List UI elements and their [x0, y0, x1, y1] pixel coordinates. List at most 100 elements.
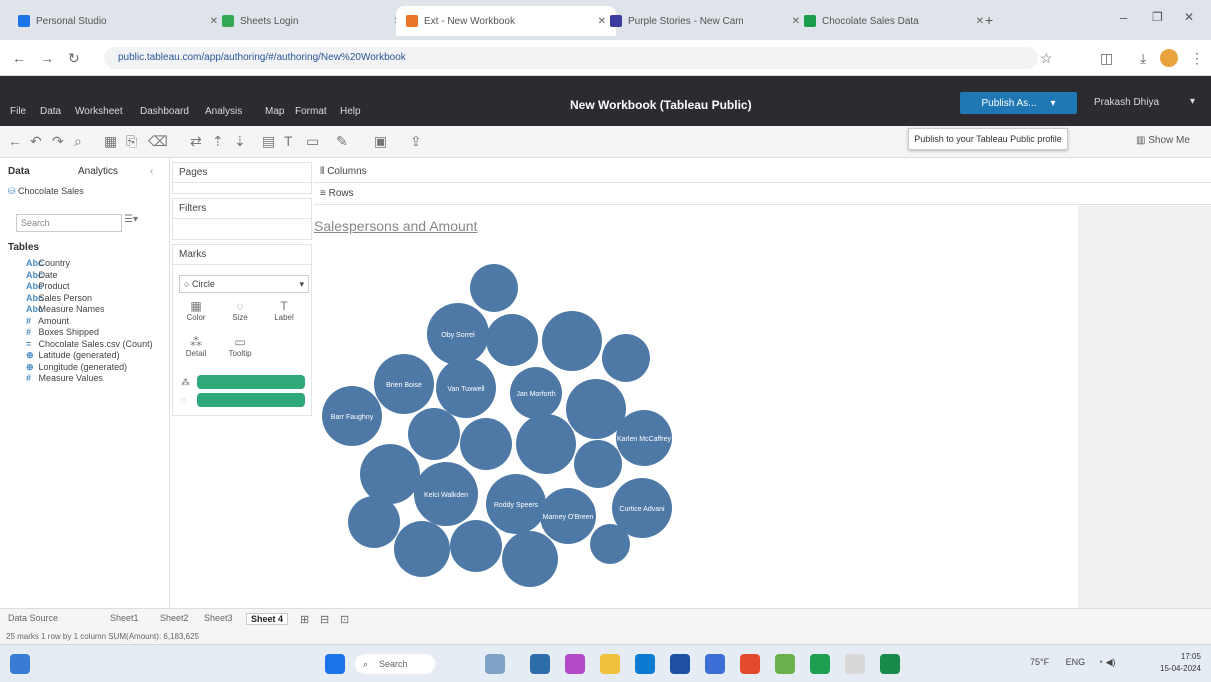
profile-avatar[interactable] [1160, 49, 1178, 67]
taskbar-search[interactable]: ⌕ Search [355, 654, 435, 674]
browser-menu-icon[interactable]: ⋮ [1190, 50, 1204, 67]
browser-tab[interactable]: Personal Studio ✕ [8, 6, 228, 36]
tab-sheet1[interactable]: Sheet1 [110, 613, 139, 623]
app-icon[interactable] [845, 654, 865, 674]
file-explorer-icon[interactable] [600, 654, 620, 674]
new-worksheet-icon[interactable]: ⊞ [300, 613, 309, 626]
collapse-icon[interactable]: ‹ [150, 166, 153, 177]
bubble-mark[interactable] [566, 379, 626, 439]
menu-dashboard[interactable]: Dashboard [140, 106, 189, 117]
back-arrow-icon[interactable]: ← [8, 133, 22, 149]
reload-icon[interactable]: ↻ [68, 50, 80, 67]
menu-help[interactable]: Help [340, 106, 361, 117]
show-me-button[interactable]: ▥ Show Me [1136, 135, 1190, 146]
sort-desc-icon[interactable]: ⇣ [234, 133, 246, 150]
data-field[interactable]: Abc Date [26, 270, 58, 280]
presentation-icon[interactable]: ▣ [374, 133, 387, 150]
data-field[interactable]: Abc Product [26, 281, 70, 291]
extensions-icon[interactable]: ◫ [1100, 50, 1113, 67]
user-name[interactable]: Prakash Dhiya [1094, 97, 1159, 108]
bubble-mark[interactable] [348, 496, 400, 548]
filters-card[interactable]: Filters [172, 198, 312, 240]
group-icon[interactable]: ▤ [262, 133, 275, 150]
duplicate-icon[interactable]: ⎘ [126, 133, 137, 150]
tooltip-button[interactable]: ▭ Tooltip [225, 335, 255, 358]
field-search-input[interactable]: Search [16, 214, 122, 232]
data-field[interactable]: # Measure Values [26, 373, 103, 383]
rows-shelf[interactable]: ≡ Rows [314, 184, 1211, 205]
bubble-mark[interactable] [470, 264, 518, 312]
pages-card[interactable]: Pages [172, 162, 312, 194]
undo-icon[interactable]: ↶ [30, 133, 42, 150]
data-field[interactable]: # Boxes Shipped [26, 327, 99, 337]
new-sheet-icon[interactable]: ▦ [104, 133, 117, 150]
data-source-name[interactable]: ⛁ Chocolate Sales [8, 186, 84, 197]
menu-format[interactable]: Format [295, 106, 327, 117]
columns-shelf[interactable]: ⦀ Columns [314, 162, 1211, 183]
forward-icon[interactable]: → [40, 50, 54, 66]
tab-analytics[interactable]: Analytics [78, 166, 118, 177]
close-icon[interactable]: ✕ [976, 16, 984, 27]
window-close-icon[interactable]: ✕ [1184, 10, 1194, 24]
bubble-mark[interactable] [486, 314, 538, 366]
mark-type-dropdown[interactable]: ○ Circle ▾ [179, 275, 309, 293]
new-dashboard-icon[interactable]: ⊟ [320, 613, 329, 626]
url-field[interactable]: public.tableau.com/app/authoring/#/autho… [104, 47, 1038, 69]
tab-sheet3[interactable]: Sheet3 [204, 613, 233, 623]
menu-file[interactable]: File [10, 106, 26, 117]
bubble-mark[interactable] [516, 414, 576, 474]
download-icon[interactable]: ⤓ [1140, 50, 1146, 67]
size-field-pill[interactable] [197, 393, 305, 407]
highlight-icon[interactable]: ✎ [336, 133, 348, 150]
tab-sheet4[interactable]: Sheet 4 [246, 613, 289, 625]
tab-sheet2[interactable]: Sheet2 [160, 613, 189, 623]
menu-map[interactable]: Map [265, 106, 284, 117]
new-tab-icon[interactable]: + [985, 12, 993, 28]
bubble-mark[interactable] [408, 408, 460, 460]
data-field[interactable]: ⊕ Longitude (generated) [26, 362, 127, 373]
maximize-icon[interactable]: ❐ [1152, 10, 1163, 24]
data-source-icon[interactable]: ⌕ [74, 133, 82, 150]
tab-data-source[interactable]: Data Source [8, 613, 58, 623]
bubble-mark[interactable] [602, 334, 650, 382]
sort-asc-icon[interactable]: ⇡ [212, 133, 224, 150]
publish-as-button[interactable]: Publish As... ▾ [960, 92, 1077, 114]
data-field[interactable]: # Amount [26, 316, 69, 326]
app-icon[interactable] [565, 654, 585, 674]
bubble-mark[interactable] [502, 531, 558, 587]
bookmark-star-icon[interactable]: ☆ [1040, 50, 1053, 67]
browser-tab-active[interactable]: Ext - New Workbook ✕ [396, 6, 616, 36]
menu-data[interactable]: Data [40, 106, 61, 117]
data-field[interactable]: Abc Sales Person [26, 293, 92, 303]
minimize-icon[interactable]: – [1120, 10, 1127, 25]
bubble-mark[interactable] [542, 311, 602, 371]
bubble-mark[interactable] [360, 444, 420, 504]
browser-tab[interactable]: Sheets Login ✕ [212, 6, 412, 36]
widgets-icon[interactable] [10, 654, 30, 674]
system-tray[interactable]: 75°F ENG ◔ ◀) [1030, 657, 1116, 668]
viz-title[interactable]: Salespersons and Amount [314, 218, 477, 234]
fit-icon[interactable]: ▭ [306, 133, 319, 150]
share-icon[interactable]: ⇪ [410, 133, 422, 150]
bubble-mark[interactable] [574, 440, 622, 488]
start-icon[interactable] [325, 654, 345, 674]
data-field[interactable]: = Chocolate Sales.csv (Count) [26, 339, 153, 349]
app-icon[interactable] [810, 654, 830, 674]
chevron-down-icon[interactable]: ▾ [1190, 96, 1195, 107]
menu-worksheet[interactable]: Worksheet [75, 106, 123, 117]
filter-icon[interactable]: ☰▾ [124, 214, 138, 225]
menu-analysis[interactable]: Analysis [205, 106, 242, 117]
app-icon[interactable] [775, 654, 795, 674]
app-icon[interactable] [530, 654, 550, 674]
chevron-down-icon[interactable]: ▾ [1051, 98, 1056, 109]
label-button[interactable]: T Label [269, 299, 299, 322]
tab-data[interactable]: Data [8, 166, 30, 177]
mail-icon[interactable] [705, 654, 725, 674]
chrome-icon[interactable] [740, 654, 760, 674]
detail-button[interactable]: ⁂ Detail [181, 335, 211, 358]
bubble-mark[interactable] [450, 520, 502, 572]
size-button[interactable]: ◌ Size [225, 299, 255, 322]
data-field[interactable]: Abc Country [26, 258, 70, 268]
store-icon[interactable] [670, 654, 690, 674]
redo-icon[interactable]: ↷ [52, 133, 64, 150]
